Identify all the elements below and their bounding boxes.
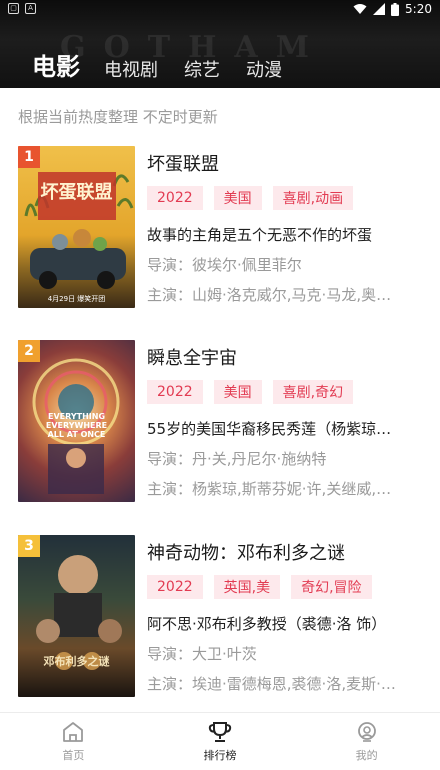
rank-badge: 2 bbox=[18, 340, 40, 362]
cast-label: 主演： bbox=[147, 675, 193, 693]
nav-home-label: 首页 bbox=[62, 749, 85, 762]
nav-ranking-label: 排行榜 bbox=[203, 749, 237, 762]
app-notification-icon: A bbox=[25, 3, 36, 14]
poster-title: 邓布利多之谜 bbox=[43, 655, 110, 668]
trophy-icon bbox=[208, 722, 232, 742]
notification-icon: ▢ bbox=[8, 3, 19, 14]
director-name: 大卫·叶茨 bbox=[192, 645, 257, 663]
movie-item[interactable]: 坏蛋联盟 4月29日 爆笑开团 1 坏蛋联盟 2022 美国 喜剧,动画 故事的… bbox=[0, 146, 440, 316]
movie-cast: 主演：杨紫琼,斯蒂芬妮·许,关继威,詹姆斯·洪 bbox=[147, 478, 403, 499]
tab-variety[interactable]: 综艺 bbox=[184, 56, 220, 82]
tag-region[interactable]: 英国,美 bbox=[213, 575, 281, 599]
tag-region[interactable]: 美国 bbox=[213, 186, 262, 210]
movie-item[interactable]: 邓布利多之谜 3 神奇动物：邓布利多之谜 2022 英国,美 奇幻,冒险 阿不思… bbox=[0, 535, 440, 705]
status-time: 5:20 bbox=[405, 2, 432, 16]
battery-icon bbox=[391, 2, 400, 16]
movie-poster[interactable]: EVERYTHING EVERYWHERE ALL AT ONCE 2 bbox=[18, 340, 135, 502]
cast-label: 主演： bbox=[147, 286, 193, 304]
poster-title: EVERYTHING EVERYWHERE ALL AT ONCE bbox=[45, 412, 108, 439]
movie-cast: 主演：埃迪·雷德梅恩,裘德·洛,麦斯·米科尔森 bbox=[147, 673, 403, 694]
tab-tv-series[interactable]: 电视剧 bbox=[104, 56, 158, 82]
movie-description: 55岁的美国华裔移民秀莲（杨紫琼 饰） bbox=[147, 420, 395, 438]
signal-icon bbox=[373, 3, 386, 15]
director-label: 导演： bbox=[147, 450, 193, 468]
director-label: 导演： bbox=[147, 256, 193, 274]
movie-director: 导演：大卫·叶茨 bbox=[147, 643, 403, 664]
tag-genre[interactable]: 喜剧,奇幻 bbox=[272, 380, 354, 404]
movie-tags: 2022 美国 喜剧,奇幻 bbox=[147, 380, 364, 404]
movie-title[interactable]: 坏蛋联盟 bbox=[147, 150, 219, 176]
movie-director: 导演：彼埃尔·佩里菲尔 bbox=[147, 254, 403, 275]
movie-tags: 2022 美国 喜剧,动画 bbox=[147, 186, 364, 210]
tag-year[interactable]: 2022 bbox=[147, 575, 203, 599]
bottom-navigation: 首页 排行榜 我的 bbox=[0, 712, 440, 770]
header: GOTHAM ▢ A 5:20 电影 电视剧 综艺 动漫 bbox=[0, 0, 440, 88]
tag-genre[interactable]: 喜剧,动画 bbox=[272, 186, 354, 210]
tag-year[interactable]: 2022 bbox=[147, 186, 203, 210]
nav-ranking[interactable]: 排行榜 bbox=[147, 713, 294, 770]
nav-profile-label: 我的 bbox=[355, 749, 378, 762]
movie-poster[interactable]: 坏蛋联盟 4月29日 爆笑开团 1 bbox=[18, 146, 135, 308]
director-name: 彼埃尔·佩里菲尔 bbox=[192, 256, 302, 274]
movie-tags: 2022 英国,美 奇幻,冒险 bbox=[147, 575, 383, 599]
cast-names: 埃迪·雷德梅恩,裘德·洛,麦斯·米科尔森 bbox=[192, 675, 403, 693]
tag-genre[interactable]: 奇幻,冒险 bbox=[291, 575, 372, 599]
category-tabs: 电影 电视剧 综艺 动漫 bbox=[32, 48, 308, 82]
tab-movies[interactable]: 电影 bbox=[32, 47, 80, 82]
director-name: 丹·关,丹尼尔·施纳特 bbox=[192, 450, 327, 468]
movie-director: 导演：丹·关,丹尼尔·施纳特 bbox=[147, 448, 403, 469]
rank-badge: 3 bbox=[18, 535, 40, 557]
tab-anime[interactable]: 动漫 bbox=[246, 56, 282, 82]
movie-item[interactable]: EVERYTHING EVERYWHERE ALL AT ONCE 2 瞬息全宇… bbox=[0, 340, 440, 510]
home-icon bbox=[63, 722, 84, 742]
movie-poster[interactable]: 邓布利多之谜 3 bbox=[18, 535, 135, 697]
movie-description: 阿不思·邓布利多教授（裘德·洛 饰） bbox=[147, 615, 387, 633]
list-subtitle: 根据当前热度整理 不定时更新 bbox=[18, 108, 218, 126]
nav-profile[interactable]: 我的 bbox=[293, 713, 440, 770]
tag-region[interactable]: 美国 bbox=[213, 380, 262, 404]
rank-badge: 1 bbox=[18, 146, 40, 168]
nav-home[interactable]: 首页 bbox=[0, 713, 147, 770]
poster-date: 4月29日 爆笑开团 bbox=[47, 295, 106, 303]
tag-year[interactable]: 2022 bbox=[147, 380, 203, 404]
cast-names: 山姆·洛克威尔,马克·马龙,奥卡菲娜 bbox=[192, 286, 403, 304]
movie-title[interactable]: 神奇动物：邓布利多之谜 bbox=[147, 539, 345, 565]
cast-label: 主演： bbox=[147, 480, 193, 498]
movie-description: 故事的主角是五个无恶不作的坏蛋 bbox=[147, 226, 373, 244]
status-bar: ▢ A 5:20 bbox=[0, 0, 440, 18]
profile-icon bbox=[357, 722, 376, 742]
movie-title[interactable]: 瞬息全宇宙 bbox=[147, 344, 237, 370]
director-label: 导演： bbox=[147, 645, 193, 663]
cast-names: 杨紫琼,斯蒂芬妮·许,关继威,詹姆斯·洪 bbox=[192, 480, 403, 498]
wifi-icon bbox=[353, 4, 367, 14]
movie-cast: 主演：山姆·洛克威尔,马克·马龙,奥卡菲娜 bbox=[147, 284, 403, 305]
poster-title: 坏蛋联盟 bbox=[40, 182, 113, 203]
